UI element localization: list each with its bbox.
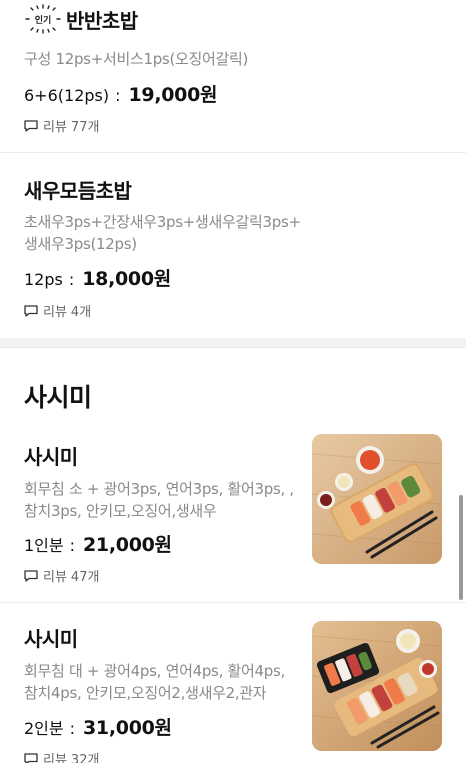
item-price-row: 6+6(12ps) : 19,000원 bbox=[24, 80, 218, 107]
review-count: 77개 bbox=[70, 120, 100, 135]
menu-item-shrimp-chobap[interactable]: 새우모듬초밥 초새우3ps+간장새우3ps+생새우갈릭3ps+ 생새우3ps(1… bbox=[0, 153, 466, 338]
price-option-label: 6+6(12ps) bbox=[24, 86, 110, 105]
menu-item-sashimi-small[interactable]: 사시미 회무침 소 + 광어3ps, 연어3ps, 활어3ps, , 참치3ps… bbox=[0, 433, 466, 603]
sashimi-platter-illustration bbox=[312, 434, 442, 564]
review-link[interactable]: 리뷰 4개 bbox=[24, 301, 91, 320]
review-count: 32개 bbox=[70, 753, 100, 763]
review-link[interactable]: 리뷰 47개 bbox=[24, 566, 99, 585]
section-divider bbox=[0, 338, 466, 348]
item-description-line: 구성 12ps+서비스1ps(오징어갈릭) bbox=[24, 50, 249, 68]
review-count: 47개 bbox=[70, 570, 100, 585]
section-title: 사시미 bbox=[24, 383, 92, 412]
price-separator: : bbox=[69, 719, 76, 738]
popular-badge-label: 인기 bbox=[35, 14, 52, 26]
item-title: 새우모듬초밥 bbox=[24, 179, 132, 203]
price-value: 19,000원 bbox=[128, 84, 218, 106]
speech-bubble-icon bbox=[24, 304, 38, 317]
item-description-line: 참치4ps, 안키모,오징어2,생새우2,관자 bbox=[24, 684, 267, 702]
item-title: 사시미 bbox=[24, 445, 78, 469]
menu-item-sashimi-large[interactable]: 사시미 회무침 대 + 광어4ps, 연어4ps, 활어4ps, 참치4ps, … bbox=[0, 603, 466, 763]
price-separator: : bbox=[68, 270, 75, 289]
item-description: 초새우3ps+간장새우3ps+생새우갈릭3ps+ 생새우3ps(12ps) bbox=[24, 211, 301, 255]
item-price-row: 2인분 : 31,000원 bbox=[24, 713, 172, 740]
price-value: 18,000원 bbox=[82, 268, 171, 290]
price-option-label: 1인분 bbox=[24, 536, 64, 555]
price-option-label: 12ps bbox=[24, 270, 63, 289]
menu-item-banban-chobap[interactable]: 인기 반반초밥 구성 12ps+서비스1ps(오징어갈릭) 6+6(12ps) … bbox=[0, 0, 466, 153]
price-separator: : bbox=[69, 536, 76, 555]
review-label: 리뷰 bbox=[43, 305, 67, 320]
sashimi-platter-illustration bbox=[312, 621, 442, 751]
review-count: 4개 bbox=[70, 305, 92, 320]
price-option-label: 2인분 bbox=[24, 719, 64, 738]
item-title: 사시미 bbox=[24, 627, 78, 651]
price-value: 21,000원 bbox=[83, 534, 172, 556]
price-separator: : bbox=[115, 86, 121, 105]
item-description: 회무침 대 + 광어4ps, 연어4ps, 활어4ps, 참치4ps, 안키모,… bbox=[24, 660, 285, 704]
price-value: 31,000원 bbox=[83, 717, 172, 739]
item-title: 반반초밥 bbox=[66, 8, 138, 33]
item-description: 구성 12ps+서비스1ps(오징어갈릭) bbox=[24, 48, 248, 70]
item-title-row: 인기 반반초밥 bbox=[24, 4, 138, 34]
sashimi-large-platter-image[interactable] bbox=[312, 621, 442, 751]
speech-bubble-icon bbox=[24, 569, 38, 582]
speech-bubble-icon bbox=[24, 752, 38, 763]
speech-bubble-icon bbox=[24, 119, 38, 132]
item-description-line: 회무침 소 + 광어3ps, 연어3ps, 활어3ps, , bbox=[24, 480, 294, 498]
item-price-row: 1인분 : 21,000원 bbox=[24, 530, 172, 557]
vertical-scrollbar[interactable] bbox=[459, 495, 463, 600]
item-description: 회무침 소 + 광어3ps, 연어3ps, 활어3ps, , 참치3ps, 안키… bbox=[24, 478, 294, 522]
item-description-line: 참치3ps, 안키모,오징어,생새우 bbox=[24, 502, 217, 520]
item-description-line: 회무침 대 + 광어4ps, 연어4ps, 활어4ps, bbox=[24, 662, 285, 680]
review-link[interactable]: 리뷰 32개 bbox=[24, 749, 99, 763]
sashimi-small-platter-image[interactable] bbox=[312, 434, 442, 564]
review-label: 리뷰 bbox=[43, 753, 67, 763]
item-description-line: 초새우3ps+간장새우3ps+생새우갈릭3ps+ bbox=[24, 213, 301, 231]
review-label: 리뷰 bbox=[43, 570, 67, 585]
section-header: 사시미 bbox=[0, 348, 466, 433]
review-link[interactable]: 리뷰 77개 bbox=[24, 116, 99, 135]
item-price-row: 12ps : 18,000원 bbox=[24, 264, 171, 291]
review-label: 리뷰 bbox=[43, 120, 67, 135]
popular-badge-icon: 인기 bbox=[25, 4, 61, 34]
item-description-line: 생새우3ps(12ps) bbox=[24, 235, 137, 253]
